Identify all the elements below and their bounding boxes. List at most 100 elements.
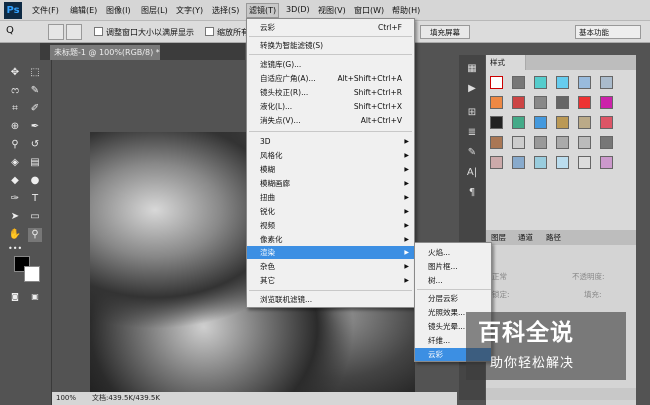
- style-swatch[interactable]: [534, 116, 547, 129]
- paragraph-panel-icon[interactable]: ¶: [464, 185, 480, 201]
- zoom-tool-icon[interactable]: Q: [6, 25, 14, 36]
- style-swatch[interactable]: [490, 96, 503, 109]
- character-panel-icon[interactable]: A|: [464, 165, 480, 181]
- healing-brush-tool-icon[interactable]: ⊕: [8, 120, 22, 134]
- fill-screen-button[interactable]: 填充屏幕: [420, 25, 470, 39]
- properties-panel-icon[interactable]: ≣: [464, 125, 480, 141]
- document-tab[interactable]: 未标题-1 @ 100%(RGB/8) *: [50, 45, 160, 60]
- style-swatch[interactable]: [600, 76, 613, 89]
- style-swatch[interactable]: [512, 116, 525, 129]
- menu-item-liquify[interactable]: 液化(L)... Shift+Ctrl+X: [247, 100, 414, 113]
- menu-item-pixelate[interactable]: 像素化 ▶: [247, 233, 414, 246]
- quick-select-tool-icon[interactable]: ✎: [28, 84, 42, 98]
- adjustments-panel-icon[interactable]: ⊞: [464, 105, 480, 121]
- menu-item-blur-gallery[interactable]: 模糊画廊 ▶: [247, 177, 414, 190]
- menu-item-convert-smart-filters[interactable]: 转换为智能滤镜(S): [247, 39, 414, 52]
- tab-styles[interactable]: 样式: [486, 55, 526, 70]
- brush-panel-icon[interactable]: ✎: [464, 145, 480, 161]
- zoom-level[interactable]: 100%: [56, 392, 76, 405]
- style-swatch[interactable]: [578, 156, 591, 169]
- style-swatch[interactable]: [556, 136, 569, 149]
- style-swatch[interactable]: [490, 136, 503, 149]
- tab-channels[interactable]: 通道: [518, 232, 533, 243]
- menu-item-blur[interactable]: 模糊 ▶: [247, 163, 414, 176]
- pen-tool-icon[interactable]: ✑: [8, 192, 22, 206]
- menu-edit[interactable]: 编辑(E): [70, 5, 97, 16]
- style-swatch[interactable]: [556, 96, 569, 109]
- brush-tool-icon[interactable]: ✒: [28, 120, 42, 134]
- menu-type[interactable]: 文字(Y): [176, 5, 203, 16]
- style-swatch[interactable]: [512, 156, 525, 169]
- marquee-tool-icon[interactable]: ⬚: [28, 66, 42, 80]
- stamp-tool-icon[interactable]: ⚲: [8, 138, 22, 152]
- style-swatch[interactable]: [534, 136, 547, 149]
- quick-mask-icon[interactable]: ◙: [8, 290, 22, 304]
- dodge-tool-icon[interactable]: ●: [28, 174, 42, 188]
- menu-item-adaptive-wide-angle[interactable]: 自适应广角(A)... Alt+Shift+Ctrl+A: [247, 72, 414, 85]
- hand-tool-icon[interactable]: ✋: [8, 228, 22, 242]
- tab-paths[interactable]: 路径: [546, 232, 561, 243]
- blur-tool-icon[interactable]: ◆: [8, 174, 22, 188]
- menu-item-3d[interactable]: 3D ▶: [247, 135, 414, 148]
- style-swatch[interactable]: [490, 116, 503, 129]
- menu-item-filter-gallery[interactable]: 滤镜库(G)...: [247, 58, 414, 71]
- menu-item-browse-filters-online[interactable]: 浏览联机滤镜...: [247, 293, 414, 306]
- style-swatch[interactable]: [578, 116, 591, 129]
- style-swatch[interactable]: [578, 96, 591, 109]
- style-swatch[interactable]: [600, 96, 613, 109]
- lasso-tool-icon[interactable]: ᦂ: [8, 84, 22, 98]
- zoom-all-checkbox[interactable]: [205, 27, 214, 36]
- menu-layer[interactable]: 图层(L): [141, 5, 168, 16]
- menu-item-distort[interactable]: 扭曲 ▶: [247, 191, 414, 204]
- style-swatch[interactable]: [578, 76, 591, 89]
- actions-panel-icon[interactable]: ▶: [464, 81, 480, 97]
- menu-filter[interactable]: 滤镜(T): [246, 3, 280, 18]
- menu-help[interactable]: 帮助(H): [392, 5, 420, 16]
- menu-item-render[interactable]: 渲染 ▶: [247, 246, 414, 259]
- style-swatch-none[interactable]: [490, 76, 503, 89]
- menu-item-stylize[interactable]: 风格化 ▶: [247, 149, 414, 162]
- menu-3d[interactable]: 3D(D): [286, 5, 310, 14]
- style-swatch[interactable]: [578, 136, 591, 149]
- style-swatch[interactable]: [534, 96, 547, 109]
- style-swatch[interactable]: [512, 136, 525, 149]
- eraser-tool-icon[interactable]: ◈: [8, 156, 22, 170]
- menu-item-last-filter-clouds[interactable]: 云彩 Ctrl+F: [247, 21, 414, 34]
- style-swatch[interactable]: [600, 136, 613, 149]
- crop-tool-icon[interactable]: ⌗: [8, 102, 22, 116]
- path-select-tool-icon[interactable]: ➤: [8, 210, 22, 224]
- menu-select[interactable]: 选择(S): [212, 5, 239, 16]
- gradient-tool-icon[interactable]: ▤: [28, 156, 42, 170]
- history-brush-tool-icon[interactable]: ↺: [28, 138, 42, 152]
- menu-image[interactable]: 图像(I): [106, 5, 131, 16]
- zoom-out-button[interactable]: [66, 24, 82, 40]
- style-swatch[interactable]: [512, 76, 525, 89]
- tab-layers[interactable]: 图层: [491, 232, 506, 243]
- resize-windows-checkbox[interactable]: [94, 27, 103, 36]
- zoom-in-button[interactable]: [48, 24, 64, 40]
- style-swatch[interactable]: [556, 156, 569, 169]
- menu-item-other[interactable]: 其它 ▶: [247, 274, 414, 287]
- style-swatch[interactable]: [556, 76, 569, 89]
- blend-mode-select[interactable]: 正常: [492, 271, 507, 282]
- menu-window[interactable]: 窗口(W): [354, 5, 384, 16]
- background-color-swatch[interactable]: [24, 266, 40, 282]
- style-swatch[interactable]: [534, 76, 547, 89]
- menu-item-noise[interactable]: 杂色 ▶: [247, 260, 414, 273]
- style-swatch[interactable]: [600, 156, 613, 169]
- history-panel-icon[interactable]: ▦: [464, 61, 480, 77]
- menu-file[interactable]: 文件(F): [32, 5, 59, 16]
- style-swatch[interactable]: [534, 156, 547, 169]
- workspace-select[interactable]: 基本功能: [575, 25, 641, 39]
- submenu-item-difference-clouds[interactable]: 分层云彩: [415, 292, 491, 305]
- menu-item-vanishing-point[interactable]: 消失点(V)... Alt+Ctrl+V: [247, 114, 414, 127]
- style-swatch[interactable]: [556, 116, 569, 129]
- submenu-item-picture-frame[interactable]: 图片框...: [415, 260, 491, 273]
- submenu-item-flame[interactable]: 火焰...: [415, 246, 491, 259]
- menu-item-sharpen[interactable]: 锐化 ▶: [247, 205, 414, 218]
- style-swatch[interactable]: [600, 116, 613, 129]
- more-tools-icon[interactable]: •••: [8, 242, 22, 256]
- type-tool-icon[interactable]: T: [28, 192, 42, 206]
- eyedropper-tool-icon[interactable]: ✐: [28, 102, 42, 116]
- style-swatch[interactable]: [490, 156, 503, 169]
